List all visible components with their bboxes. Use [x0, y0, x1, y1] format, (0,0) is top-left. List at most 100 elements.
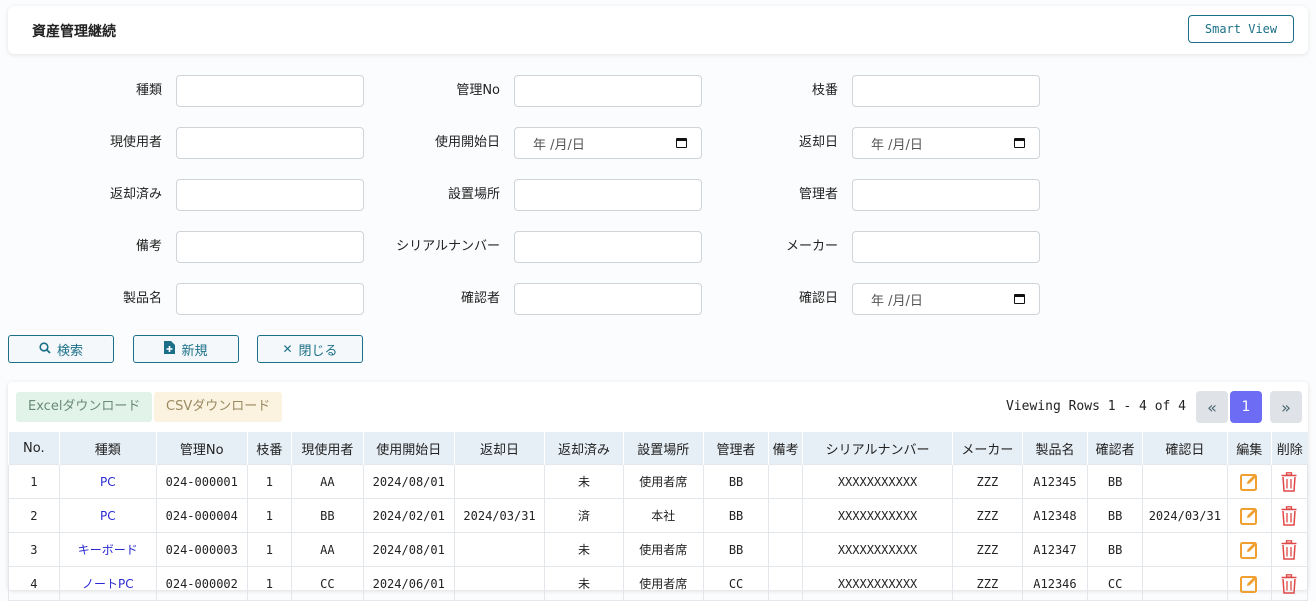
table-cell — [453, 532, 546, 567]
delete-cell — [1270, 532, 1309, 567]
csv-download-button[interactable]: CSVダウンロード — [154, 392, 283, 422]
page-1-button[interactable]: 1 — [1230, 391, 1262, 423]
new-button[interactable]: 新規 — [133, 335, 239, 363]
kind-link[interactable]: PC — [58, 498, 157, 533]
table-row: 2 PC 024-000004 1 BB 2024/02/01 2024/03/31 済本社 B… — [8, 498, 1309, 533]
page-header: 資産管理継続 Smart View — [8, 6, 1308, 54]
table-cell — [453, 464, 546, 499]
trash-icon[interactable] — [1281, 539, 1297, 560]
table-cell: ZZZ — [952, 498, 1023, 533]
text-input[interactable] — [176, 231, 364, 263]
field-label: 枝番 — [811, 83, 838, 98]
table-cell: 3 — [8, 532, 60, 567]
table-cell: ZZZ — [952, 532, 1023, 567]
trash-icon[interactable] — [1281, 573, 1297, 594]
text-input[interactable] — [176, 127, 364, 159]
edit-cell — [1226, 498, 1272, 533]
field-label: 製品名 — [122, 291, 162, 306]
column-header: 種類 — [58, 432, 157, 465]
table-cell: BB — [1087, 464, 1144, 499]
kind-link[interactable]: キーボード — [58, 532, 157, 567]
table-cell: 2024/03/31 — [1142, 498, 1228, 533]
table-cell: 済 — [544, 498, 624, 533]
field-label: 現使用者 — [109, 135, 162, 150]
table-row: 4 ノートPC 024-000002 1 CC 2024/06/01 未使用者席 CC XXXX… — [8, 566, 1309, 601]
table-cell: XXXXXXXXXXX — [802, 464, 954, 499]
new-label: 新規 — [181, 343, 208, 359]
table-cell: BB — [291, 498, 364, 533]
table-cell: A12346 — [1021, 566, 1089, 601]
column-header: 備考 — [768, 432, 803, 465]
table-cell — [768, 498, 804, 533]
column-header: 返却日 — [453, 432, 545, 465]
table-cell: A12345 — [1021, 464, 1089, 499]
results-panel: Excelダウンロード CSVダウンロード Viewing Rows 1 - 4… — [8, 382, 1309, 601]
table-row: 1 PC 024-000001 1 AA 2024/08/01 未使用者席 BB XXXXXXX… — [8, 464, 1309, 499]
kind-link[interactable]: PC — [58, 464, 157, 499]
date-input[interactable]: 年 /月/日 — [852, 283, 1040, 315]
field-label: 種類 — [135, 83, 162, 98]
table-cell: XXXXXXXXXXX — [802, 566, 954, 601]
field-label: シリアルナンバー — [396, 239, 500, 254]
edit-icon[interactable] — [1240, 473, 1258, 491]
table-cell: CC — [1087, 566, 1144, 601]
table-cell: 024-000001 — [155, 464, 248, 499]
trash-icon[interactable] — [1281, 505, 1297, 526]
column-header: 管理No — [155, 432, 248, 465]
field-label: 確認者 — [460, 291, 500, 306]
smart-view-button[interactable]: Smart View — [1188, 15, 1294, 43]
table-cell: 2024/02/01 — [362, 498, 455, 533]
column-header: 管理者 — [702, 432, 769, 465]
text-input[interactable] — [176, 283, 364, 315]
table-cell — [1142, 464, 1228, 499]
field-label: 確認日 — [798, 291, 838, 306]
page-next-button[interactable]: » — [1270, 391, 1302, 423]
text-input[interactable] — [514, 283, 702, 315]
table-cell: CC — [702, 566, 770, 601]
column-header: 枝番 — [246, 432, 292, 465]
table-cell — [1142, 566, 1228, 601]
table-cell: 024-000002 — [155, 566, 248, 601]
edit-icon[interactable] — [1240, 541, 1258, 559]
text-input[interactable] — [514, 231, 702, 263]
calendar-icon[interactable] — [1014, 294, 1025, 304]
text-input[interactable] — [514, 179, 702, 211]
trash-icon[interactable] — [1281, 471, 1297, 492]
table-cell: 1 — [246, 498, 293, 533]
field-label: 使用開始日 — [434, 135, 500, 150]
calendar-icon[interactable] — [1014, 138, 1025, 148]
field-label: 管理No — [456, 83, 500, 98]
table-row: 3 キーボード 024-000003 1 AA 2024/08/01 未使用者席 BB XXXX… — [8, 532, 1309, 567]
table-cell: 使用者席 — [622, 532, 704, 567]
column-header: 製品名 — [1021, 432, 1088, 465]
date-input[interactable]: 年 /月/日 — [852, 127, 1040, 159]
date-placeholder: 年 /月/日 — [533, 137, 585, 153]
table-cell: BB — [1087, 498, 1144, 533]
text-input[interactable] — [176, 75, 364, 107]
text-input[interactable] — [852, 231, 1040, 263]
kind-link[interactable]: ノートPC — [58, 566, 157, 601]
table-cell: 024-000004 — [155, 498, 248, 533]
edit-icon[interactable] — [1240, 507, 1258, 525]
date-input[interactable]: 年 /月/日 — [514, 127, 702, 159]
excel-download-button[interactable]: Excelダウンロード — [16, 392, 153, 422]
table-cell: 未 — [544, 464, 624, 499]
text-input[interactable] — [852, 75, 1040, 107]
search-button[interactable]: 検索 — [8, 335, 114, 363]
table-cell: 本社 — [622, 498, 704, 533]
text-input[interactable] — [852, 179, 1040, 211]
edit-icon[interactable] — [1240, 575, 1258, 593]
table-cell — [768, 532, 804, 567]
text-input[interactable] — [514, 75, 702, 107]
close-button[interactable]: ✕ 閉じる — [257, 335, 363, 363]
date-placeholder: 年 /月/日 — [871, 137, 923, 153]
page-prev-button[interactable]: « — [1196, 391, 1228, 423]
text-input[interactable] — [176, 179, 364, 211]
close-label: 閉じる — [298, 343, 338, 359]
new-file-icon — [164, 341, 176, 357]
table-cell: 1 — [246, 566, 293, 601]
field-label: メーカー — [785, 239, 838, 254]
table-cell: BB — [702, 498, 770, 533]
date-placeholder: 年 /月/日 — [871, 293, 923, 309]
table-cell: CC — [291, 566, 364, 601]
